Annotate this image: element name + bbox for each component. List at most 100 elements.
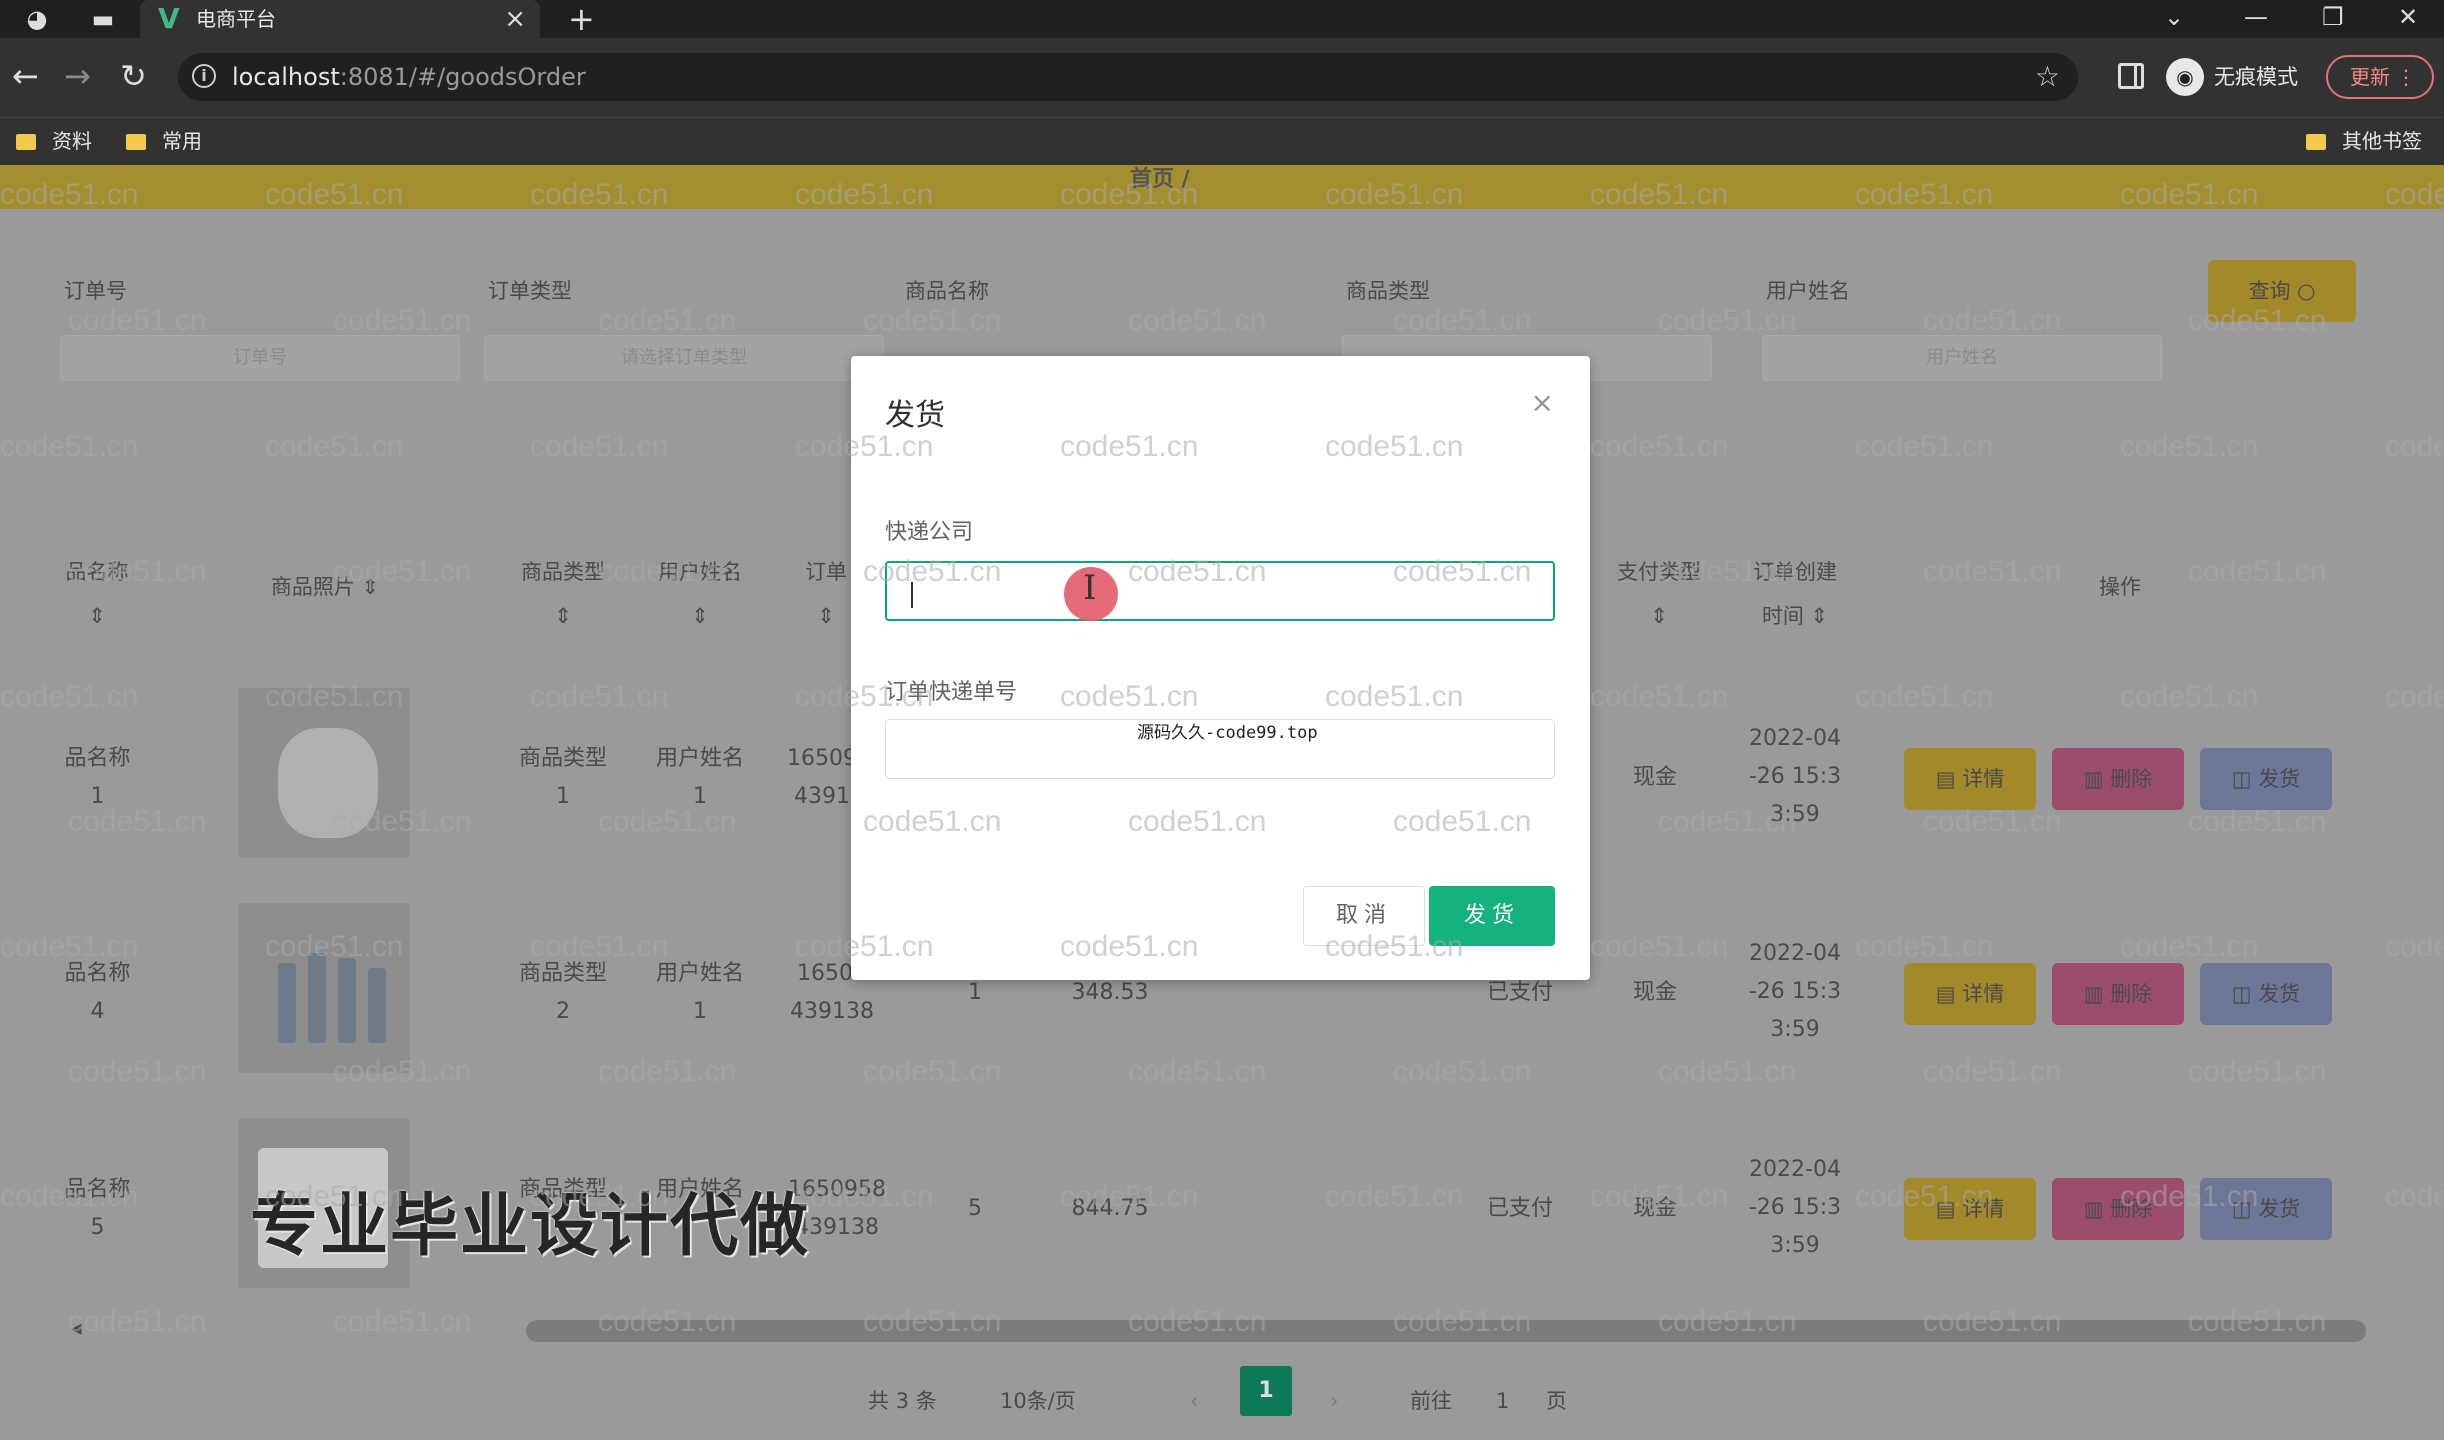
- row3-created-time: 2022-04 -26 15:3 3:59: [1748, 1157, 1842, 1258]
- reload-icon[interactable]: ↻: [120, 56, 147, 96]
- minimize-icon[interactable]: —: [2244, 0, 2268, 34]
- bookmark-star-icon[interactable]: ☆: [2035, 53, 2060, 101]
- pagination-prev-icon[interactable]: ‹: [1190, 1378, 1198, 1424]
- address-bar: ← → ↻ i localhost:8081/#/goodsOrder ☆ ◉ …: [0, 38, 2444, 117]
- window-close-icon[interactable]: ✕: [2398, 0, 2418, 34]
- tracking-number-label: 订单快递单号: [885, 680, 1018, 705]
- browser-tab-bar: ◕ ▬ V 电商平台 × + ⌄ — ❐ ✕: [0, 0, 2444, 38]
- row1-ship-button[interactable]: ◫ 发货: [2200, 748, 2332, 810]
- row3-ship-button[interactable]: ◫ 发货: [2200, 1178, 2332, 1240]
- row3-goods-name: 品名称 5: [64, 1177, 131, 1240]
- browser-menu-icon[interactable]: ◕: [22, 4, 52, 34]
- row1-user-name: 用户姓名 1: [655, 746, 744, 809]
- filter-label-order-type: 订单类型: [488, 279, 572, 303]
- th-created-time[interactable]: 订单创建 时间 ⇕: [1740, 550, 1850, 638]
- folder-icon: [126, 134, 146, 150]
- bookmark-folder-ziliao[interactable]: 资料: [16, 118, 92, 164]
- row2-user-name: 用户姓名 1: [655, 961, 744, 1024]
- browser-tab[interactable]: V 电商平台 ×: [140, 0, 540, 38]
- filter-select-order-type[interactable]: 请选择订单类型: [484, 335, 884, 381]
- row2-detail-button[interactable]: ▤ 详情: [1904, 963, 2036, 1025]
- row1-detail-button[interactable]: ▤ 详情: [1904, 748, 2036, 810]
- restore-icon[interactable]: ❐: [2322, 0, 2344, 34]
- folder-icon: [16, 134, 36, 150]
- row2-goods-type: 商品类型 2: [518, 961, 607, 1024]
- row1-goods-type: 商品类型 1: [518, 746, 607, 809]
- bookmark-folder-other[interactable]: 其他书签: [2306, 118, 2422, 164]
- pagination-goto-label: 前往: [1410, 1389, 1452, 1413]
- th-pay-type[interactable]: 支付类型 ⇕: [1606, 550, 1712, 638]
- side-panel-icon[interactable]: [2118, 63, 2144, 89]
- ship-dialog: 发货 × 快递公司 I 订单快递单号 源码久久-code99.top 取消 发货: [851, 356, 1590, 980]
- text-caret: [911, 582, 913, 608]
- url-text: localhost:8081/#/goodsOrder: [232, 63, 586, 91]
- confirm-ship-button[interactable]: 发货: [1429, 886, 1555, 946]
- th-goods-photo[interactable]: 商品照片 ⇕: [250, 565, 400, 609]
- pagination-page-size[interactable]: 10条/页: [1000, 1378, 1076, 1424]
- filter-input-user-name[interactable]: 用户姓名: [1762, 335, 2162, 381]
- scroll-left-icon[interactable]: ◂: [66, 1310, 86, 1348]
- row2-created-time: 2022-04 -26 15:3 3:59: [1748, 941, 1842, 1042]
- row2-delete-button[interactable]: ▥ 删除: [2052, 963, 2184, 1025]
- pagination-goto-suffix: 页: [1546, 1389, 1567, 1413]
- th-goods-type[interactable]: 商品类型 ⇕: [510, 550, 616, 638]
- text-cursor-icon: I: [1083, 568, 1097, 608]
- row3-quantity: 5: [968, 1196, 982, 1221]
- cancel-button[interactable]: 取消: [1303, 886, 1425, 946]
- pagination-total: 共 3 条: [868, 1389, 937, 1413]
- update-button[interactable]: 更新 ⋮: [2326, 55, 2434, 99]
- courier-label: 快递公司: [885, 520, 974, 545]
- row1-order-no: 16509 4391: [787, 746, 857, 809]
- bookmarks-bar: 资料 常用 其他书签: [0, 117, 2444, 165]
- pagination-next-icon[interactable]: ›: [1330, 1378, 1338, 1424]
- url-box[interactable]: i localhost:8081/#/goodsOrder ☆: [178, 53, 2078, 101]
- row3-status: 已支付: [1486, 1196, 1553, 1221]
- filter-label-order-no: 订单号: [64, 279, 127, 303]
- row1-created-time: 2022-04 -26 15:3 3:59: [1748, 726, 1842, 827]
- row3-pay-type: 现金: [1632, 1196, 1677, 1221]
- filter-label-goods-name: 商品名称: [905, 279, 989, 303]
- row1-goods-name: 品名称 1: [64, 746, 131, 809]
- new-tab-icon[interactable]: +: [568, 0, 595, 38]
- horizontal-scrollbar[interactable]: [526, 1320, 2366, 1342]
- row2-goods-photo: [238, 903, 410, 1073]
- pagination-current-page[interactable]: 1: [1240, 1366, 1292, 1416]
- breadcrumb: 首页 /: [1130, 167, 1190, 192]
- row2-goods-name: 品名称 4: [64, 961, 131, 1024]
- th-user-name[interactable]: 用户姓名 ⇕: [650, 550, 750, 638]
- forward-icon[interactable]: →: [64, 56, 91, 96]
- tab-close-icon[interactable]: ×: [504, 0, 526, 38]
- filter-label-user-name: 用户姓名: [1766, 279, 1850, 303]
- back-icon[interactable]: ←: [12, 56, 39, 96]
- incognito-icon: ◉: [2166, 58, 2204, 96]
- row3-price: 844.75: [1071, 1196, 1149, 1221]
- dialog-title: 发货: [885, 398, 945, 433]
- incognito-label: 无痕模式: [2214, 65, 2298, 89]
- row1-goods-photo: [238, 688, 410, 858]
- dialog-close-icon[interactable]: ×: [1531, 386, 1554, 419]
- pagination-goto-input[interactable]: 1: [1496, 1378, 1509, 1424]
- row1-pay-type: 现金: [1632, 765, 1677, 790]
- search-button[interactable]: 查询 ○: [2208, 260, 2356, 322]
- tab-title: 电商平台: [196, 7, 276, 31]
- th-goods-name[interactable]: 品名称 ⇕: [62, 550, 132, 638]
- folder-icon: [2306, 134, 2326, 150]
- th-actions: 操作: [2099, 575, 2141, 599]
- vue-logo-icon: V: [158, 2, 180, 35]
- row3-detail-button[interactable]: ▤ 详情: [1904, 1178, 2036, 1240]
- filter-label-goods-type: 商品类型: [1346, 279, 1430, 303]
- breadcrumb-bar: 首页 /: [0, 165, 2444, 209]
- filter-input-order-no[interactable]: 订单号: [60, 335, 460, 381]
- th-order[interactable]: 订单 ⇕: [796, 550, 856, 638]
- tab-list-icon[interactable]: ▬: [88, 4, 118, 34]
- row3-delete-button[interactable]: ▥ 删除: [2052, 1178, 2184, 1240]
- tab-search-icon[interactable]: ⌄: [2164, 0, 2184, 34]
- row1-delete-button[interactable]: ▥ 删除: [2052, 748, 2184, 810]
- row2-pay-type: 现金: [1632, 980, 1677, 1005]
- row2-ship-button[interactable]: ◫ 发货: [2200, 963, 2332, 1025]
- bookmark-folder-changyong[interactable]: 常用: [126, 118, 202, 164]
- courier-input[interactable]: [885, 561, 1555, 621]
- promo-banner-text: 专业毕业设计代做: [250, 1187, 811, 1266]
- watermark-note: 源码久久-code99.top: [1137, 723, 1318, 743]
- site-info-icon[interactable]: i: [192, 64, 216, 88]
